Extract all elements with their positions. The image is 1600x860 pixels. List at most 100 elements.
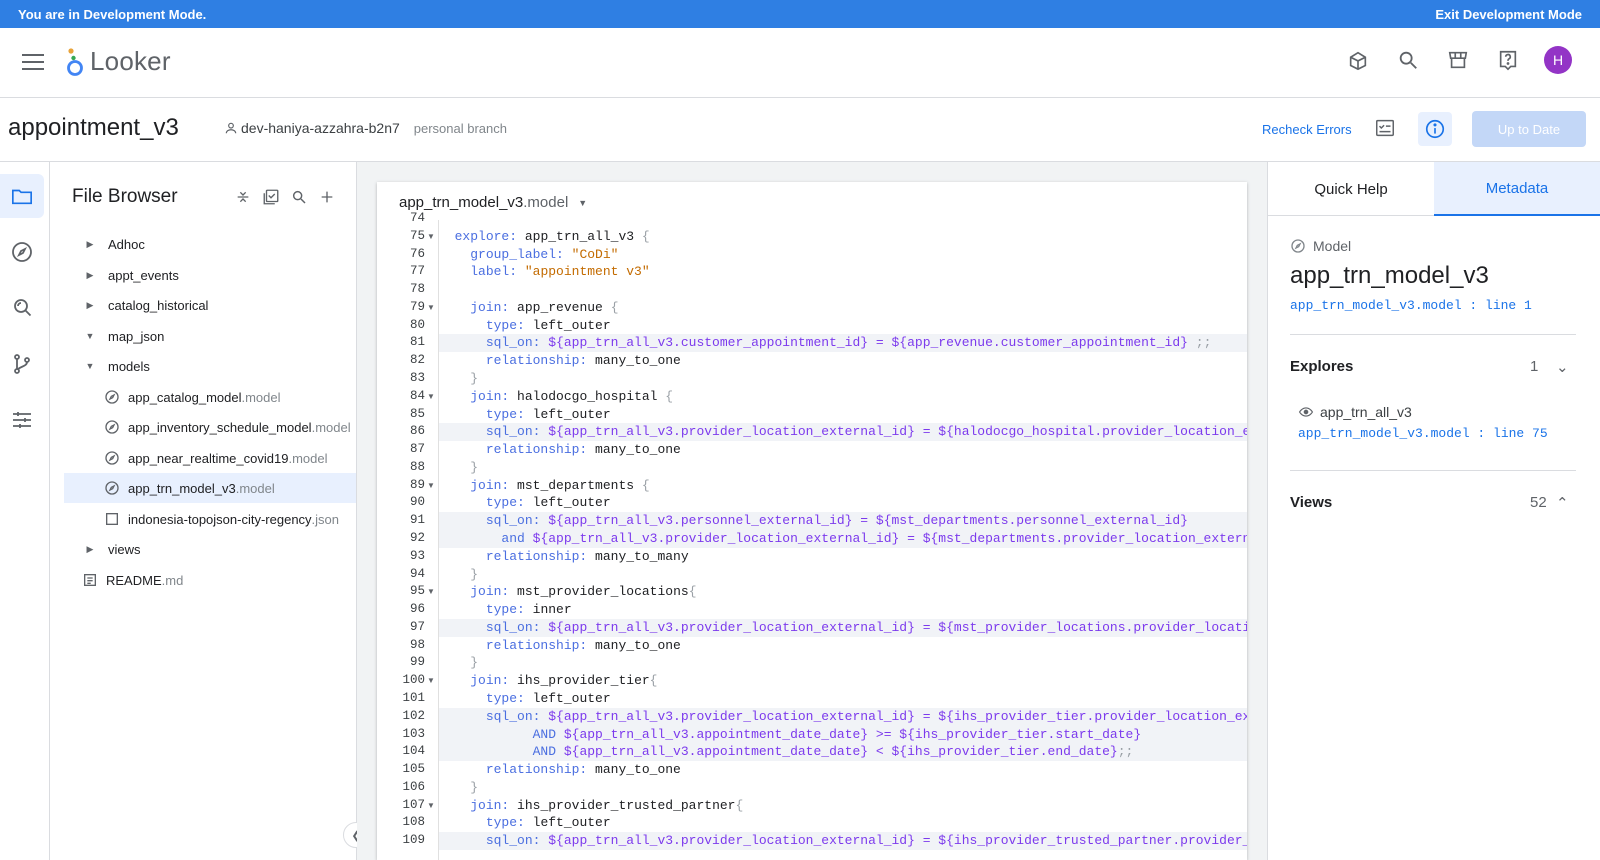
project-settings-rail-button[interactable] [0,398,44,442]
help-icon[interactable] [1494,46,1522,74]
tab-quick-help[interactable]: Quick Help [1268,162,1434,216]
code-line[interactable]: join: mst_provider_locations{ [439,583,1247,601]
search-icon[interactable] [1394,46,1422,74]
tree-folder-map-json[interactable]: ▼ map_json [64,321,356,351]
views-section-header[interactable]: Views 52 ⌃ [1290,494,1580,512]
tree-file-app-catalog-model[interactable]: app_catalog_model .model [64,382,356,412]
fold-arrow-icon[interactable]: ▼ [427,672,435,690]
add-file-icon[interactable] [318,188,336,206]
up-to-date-button[interactable]: Up to Date [1472,111,1586,147]
fold-arrow-icon[interactable]: ▼ [427,583,435,601]
develop-icon[interactable] [1344,46,1372,74]
model-file-icon [105,420,119,434]
fold-arrow-icon[interactable]: ▼ [427,388,435,406]
code-editor[interactable]: app_trn_model_v3 .model ▼ 74 75 ▼ 76 77 7… [377,182,1247,860]
code-line[interactable] [439,220,1247,228]
line-number: 88 [409,460,425,474]
fold-arrow-icon[interactable]: ▼ [427,299,435,317]
code-line[interactable] [439,281,1247,299]
find-replace-rail-button[interactable] [0,286,44,330]
code-line[interactable]: } [439,459,1247,477]
code-line[interactable]: type: inner [439,601,1247,619]
code-line[interactable]: relationship: many_to_one [439,352,1247,370]
code-line[interactable]: AND ${app_trn_all_v3.appointment_date_da… [439,743,1247,761]
code-line[interactable]: sql_on: ${app_trn_all_v3.customer_appoin… [439,334,1247,352]
code-line[interactable]: relationship: many_to_many [439,548,1247,566]
code-line[interactable]: type: left_outer [439,690,1247,708]
explore-item[interactable]: app_trn_all_v3 [1298,404,1412,420]
info-button[interactable] [1418,112,1452,146]
code-line[interactable]: join: mst_departments { [439,477,1247,495]
code-line[interactable]: type: left_outer [439,814,1247,832]
explore-source-link[interactable]: app_trn_model_v3.model : line 75 [1298,426,1548,441]
code-line[interactable]: AND ${app_trn_all_v3.appointment_date_da… [439,726,1247,744]
line-number: 75 [409,229,425,243]
collapse-all-icon[interactable] [234,188,252,206]
tree-file-readme[interactable]: README .md [64,565,356,595]
fold-arrow-icon[interactable]: ▼ [427,797,435,815]
code-line[interactable]: join: app_revenue { [439,299,1247,317]
tree-file-app-trn-model-v3[interactable]: app_trn_model_v3 .model [64,473,356,503]
object-type-text: Model [1313,238,1352,254]
tree-folder-appt-events[interactable]: ▶ appt_events [64,260,356,290]
code-line[interactable]: } [439,566,1247,584]
branch-info[interactable]: dev-haniya-azzahra-b2n7 personal branch [224,120,507,136]
tree-file-app-near-realtime-covid19[interactable]: app_near_realtime_covid19 .model [64,443,356,473]
tree-folder-catalog-historical[interactable]: ▶ catalog_historical [64,290,356,320]
model-source-link[interactable]: app_trn_model_v3.model : line 1 [1290,298,1532,313]
model-name: app_trn_model_v3 [1290,262,1489,289]
object-browser-rail-button[interactable] [0,230,44,274]
code-content[interactable]: explore: app_trn_all_v3 { group_label: "… [439,220,1247,860]
code-line[interactable]: sql_on: ${app_trn_all_v3.provider_locati… [439,708,1247,726]
main-menu-button[interactable] [22,54,44,70]
code-line[interactable]: } [439,370,1247,388]
code-line[interactable]: sql_on: ${app_trn_all_v3.personnel_exter… [439,512,1247,530]
marketplace-icon[interactable] [1444,46,1472,74]
looker-logo[interactable]: Looker [64,46,171,77]
tree-folder-models[interactable]: ▼ models [64,351,356,381]
views-label: Views [1290,494,1333,511]
code-line[interactable]: } [439,779,1247,797]
code-line[interactable]: type: left_outer [439,494,1247,512]
fold-arrow-icon[interactable]: ▼ [427,228,435,246]
code-line[interactable]: join: halodocgo_hospital { [439,388,1247,406]
line-number: 77 [409,264,425,278]
line-number: 81 [409,335,425,349]
code-line[interactable]: label: "appointment v3" [439,263,1247,281]
search-files-icon[interactable] [290,188,308,206]
bulk-select-icon[interactable] [262,188,280,206]
code-line[interactable]: sql_on: ${app_trn_all_v3.provider_locati… [439,832,1247,850]
code-line[interactable]: group_label: "CoDi" [439,246,1247,264]
code-line[interactable]: relationship: many_to_one [439,441,1247,459]
code-line[interactable]: type: left_outer [439,317,1247,335]
editor-file-tab[interactable]: app_trn_model_v3 .model ▼ [399,194,587,211]
tree-folder-views[interactable]: ▶ views [64,534,356,564]
exit-development-mode-link[interactable]: Exit Development Mode [1435,7,1582,22]
code-line[interactable]: and ${app_trn_all_v3.provider_location_e… [439,530,1247,548]
validate-icon[interactable] [1374,117,1400,143]
divider [1290,334,1576,335]
chevron-up-icon[interactable]: ⌃ [1556,494,1569,512]
divider [1290,470,1576,471]
code-line[interactable]: explore: app_trn_all_v3 { [439,228,1247,246]
fold-arrow-icon[interactable]: ▼ [427,477,435,495]
tree-file-app-inventory-schedule-model[interactable]: app_inventory_schedule_model .model [64,412,356,442]
code-line[interactable]: sql_on: ${app_trn_all_v3.provider_locati… [439,619,1247,637]
code-line[interactable]: join: ihs_provider_tier{ [439,672,1247,690]
file-browser-rail-button[interactable] [0,174,44,218]
tree-file-indonesia-topojson[interactable]: indonesia-topojson-city-regency .json [64,504,356,534]
user-avatar[interactable]: H [1544,46,1572,74]
code-line[interactable]: relationship: many_to_one [439,761,1247,779]
git-actions-rail-button[interactable] [0,342,44,386]
tree-folder-adhoc[interactable]: ▶ Adhoc [64,229,356,259]
code-line[interactable]: relationship: many_to_one [439,637,1247,655]
chevron-down-icon[interactable]: ⌄ [1556,358,1569,376]
tab-metadata[interactable]: Metadata [1434,162,1600,216]
code-line[interactable]: join: ihs_provider_trusted_partner{ [439,797,1247,815]
code-line[interactable]: sql_on: ${app_trn_all_v3.provider_locati… [439,423,1247,441]
recheck-errors-button[interactable]: Recheck Errors [1262,122,1352,137]
code-line[interactable]: type: left_outer [439,406,1247,424]
explores-section-header[interactable]: Explores 1 ⌄ [1290,358,1580,376]
git-branch-icon [14,354,30,374]
code-line[interactable]: } [439,654,1247,672]
